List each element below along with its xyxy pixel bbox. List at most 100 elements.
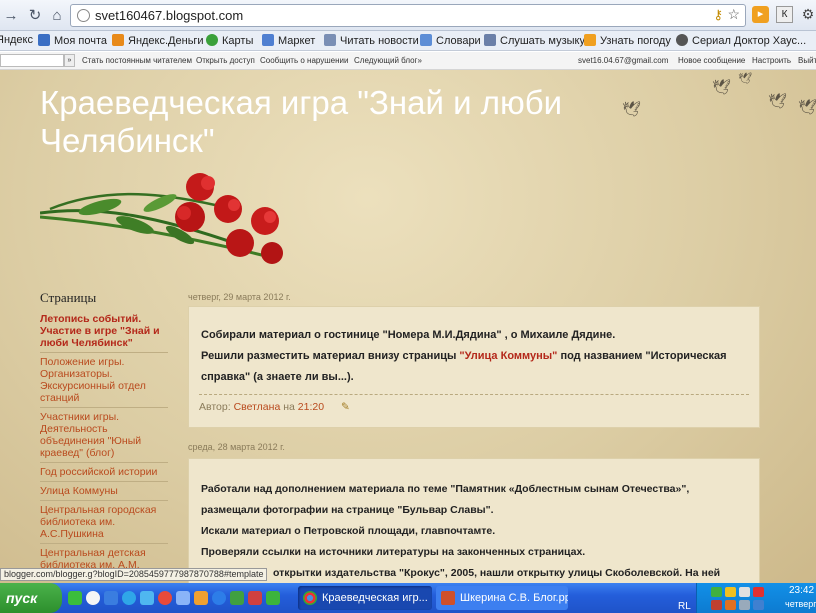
quicklaunch-icon[interactable] bbox=[230, 591, 244, 605]
new-post-link[interactable]: Новое сообщение bbox=[678, 56, 745, 65]
music-icon bbox=[484, 34, 496, 46]
taskbar-chrome-window[interactable]: Краеведческая игр... bbox=[298, 586, 432, 610]
page-link-history-year[interactable]: Год российской истории bbox=[40, 463, 168, 482]
tray-icon[interactable] bbox=[725, 600, 736, 610]
blog-post: Собирали материал о гостинице "Номера М.… bbox=[188, 306, 760, 428]
quicklaunch-icon[interactable] bbox=[248, 591, 262, 605]
ie-icon[interactable] bbox=[122, 591, 136, 605]
clock-time[interactable]: 23:42 bbox=[789, 585, 814, 596]
post-date: среда, 28 марта 2012 г. bbox=[188, 442, 285, 452]
page-icon bbox=[77, 9, 90, 22]
home-icon[interactable]: ⌂ bbox=[48, 7, 66, 25]
post-paragraph: Работали над дополнением материала по те… bbox=[201, 483, 690, 516]
customize-link[interactable]: Настроить bbox=[752, 56, 791, 65]
blog-search-button[interactable]: » bbox=[64, 54, 75, 67]
language-indicator[interactable]: RL bbox=[678, 601, 691, 612]
sign-out-link[interactable]: Выйти bbox=[798, 56, 816, 65]
blog-search-input[interactable] bbox=[0, 54, 64, 67]
quicklaunch-icon[interactable] bbox=[140, 591, 154, 605]
tray-icon[interactable] bbox=[725, 587, 736, 597]
bookmark-dictionaries[interactable]: Словари bbox=[420, 34, 481, 47]
post-date: четверг, 29 марта 2012 г. bbox=[188, 292, 291, 302]
news-icon bbox=[324, 34, 336, 46]
edit-pencil-icon[interactable]: ✎ bbox=[341, 401, 350, 413]
bookmark-market[interactable]: Маркет bbox=[262, 34, 315, 47]
bookmark-star-icon[interactable]: ☆ bbox=[727, 6, 740, 23]
share-link[interactable]: Открыть доступ bbox=[196, 56, 255, 65]
reload-icon[interactable]: ↻ bbox=[26, 7, 44, 25]
quicklaunch-icon[interactable] bbox=[86, 591, 100, 605]
bookmark-music[interactable]: Слушать музыку bbox=[484, 34, 585, 47]
bird-icon: 🕊 bbox=[798, 99, 816, 116]
quicklaunch-icon[interactable] bbox=[194, 591, 208, 605]
quicklaunch-icon[interactable] bbox=[158, 591, 172, 605]
kommuny-street-link[interactable]: "Улица Коммуны" bbox=[459, 350, 557, 362]
weather-icon bbox=[584, 34, 596, 46]
post-paragraph: Проверяли ссылки на источники литературы… bbox=[201, 546, 586, 558]
quicklaunch-icon[interactable] bbox=[176, 591, 190, 605]
tray-icon[interactable] bbox=[739, 587, 750, 597]
tray-icon[interactable] bbox=[753, 600, 764, 610]
tray-icon[interactable] bbox=[711, 600, 722, 610]
forward-icon[interactable]: → bbox=[2, 7, 20, 25]
page-link-regulations[interactable]: Положение игры. Организаторы. Экскурсион… bbox=[40, 353, 168, 408]
bookmark-maps[interactable]: Карты bbox=[206, 34, 253, 47]
quicklaunch-icon[interactable] bbox=[266, 591, 280, 605]
mail-icon bbox=[38, 34, 50, 46]
url-text: svet160467.blogspot.com bbox=[95, 8, 244, 23]
tray-icon[interactable] bbox=[753, 587, 764, 597]
page-link-participants[interactable]: Участники игры. Деятельность объединения… bbox=[40, 408, 168, 463]
post-line: Собирали материал о гостинице "Номера М.… bbox=[201, 329, 616, 341]
start-button[interactable]: пуск bbox=[0, 583, 62, 613]
address-bar[interactable]: svet160467.blogspot.com ⚷ ☆ bbox=[70, 4, 746, 27]
volume-icon[interactable] bbox=[739, 600, 750, 610]
taskbar: пуск Краеведческая игр... Шкерина С.В. Б… bbox=[0, 583, 816, 613]
post-footer: Автор: Светлана на 21:20 ✎ bbox=[199, 394, 749, 413]
wrench-menu-icon[interactable]: ⚙ bbox=[800, 6, 816, 23]
tray-icon[interactable] bbox=[711, 587, 722, 597]
post-body: Работали над дополнением материала по те… bbox=[189, 459, 759, 583]
bookmark-news[interactable]: Читать новости bbox=[324, 34, 419, 47]
blog-page: Краеведческая игра "Знай и люби Челябинс… bbox=[0, 70, 816, 583]
bookmark-mail[interactable]: Моя почта bbox=[38, 34, 107, 47]
follow-link[interactable]: Стать постоянным читателем bbox=[82, 56, 192, 65]
quicklaunch-icon[interactable] bbox=[68, 591, 82, 605]
blog-title[interactable]: Краеведческая игра "Знай и люби Челябинс… bbox=[40, 84, 620, 160]
browser-toolbar: → ↻ ⌂ svet160467.blogspot.com ⚷ ☆ ▸ К ⚙ bbox=[0, 0, 816, 31]
bookmark-series[interactable]: Сериал Доктор Хаус... bbox=[676, 34, 806, 47]
market-icon bbox=[262, 34, 274, 46]
pages-list: Летопись событий. Участие в игре "Знай и… bbox=[40, 310, 168, 575]
series-icon bbox=[676, 34, 688, 46]
start-label: пуск bbox=[6, 590, 38, 606]
dictionary-icon bbox=[420, 34, 432, 46]
bookmark-yandex[interactable]: Яндекс bbox=[0, 34, 33, 46]
maps-icon bbox=[206, 34, 218, 46]
report-abuse-link[interactable]: Сообщить о нарушении bbox=[260, 56, 348, 65]
bookmarks-bar: Яндекс Моя почта Яндекс.Деньги Карты Мар… bbox=[0, 31, 816, 51]
post-body: Собирали материал о гостинице "Номера М.… bbox=[189, 307, 759, 388]
bird-icon: 🕊 bbox=[768, 93, 788, 110]
post-time-link[interactable]: 21:20 bbox=[298, 401, 324, 413]
author-link[interactable]: Светлана bbox=[234, 401, 281, 413]
bird-icon: 🕊 bbox=[712, 79, 732, 96]
page-link-chronicle[interactable]: Летопись событий. Участие в игре "Знай и… bbox=[40, 310, 168, 353]
bookmark-weather[interactable]: Узнать погоду bbox=[584, 34, 671, 47]
post-line: Решили разместить материал внизу страниц… bbox=[201, 346, 749, 388]
quicklaunch-icon[interactable] bbox=[104, 591, 118, 605]
key-icon[interactable]: ⚷ bbox=[713, 7, 723, 23]
at-label: на bbox=[283, 401, 295, 413]
taskbar-powerpoint-window[interactable]: Шкерина С.В. Блог.ppt bbox=[436, 586, 568, 610]
post-text-fragment: Решили разместить материал внизу страниц… bbox=[201, 350, 460, 362]
account-email[interactable]: svet16.04.67@gmail.com bbox=[578, 56, 668, 65]
extension-k-icon[interactable]: К bbox=[776, 6, 793, 23]
extension-icon[interactable]: ▸ bbox=[752, 6, 769, 23]
next-blog-link[interactable]: Следующий блог» bbox=[354, 56, 422, 65]
clock-day: четверг bbox=[785, 599, 816, 609]
page-link-kommuny-street[interactable]: Улица Коммуны bbox=[40, 482, 168, 501]
bookmark-money[interactable]: Яндекс.Деньги bbox=[112, 34, 204, 47]
bird-icon: 🕊 bbox=[622, 101, 642, 118]
quicklaunch-icon[interactable] bbox=[212, 591, 226, 605]
post-paragraph: открытки издательства "Крокус", 2005, на… bbox=[273, 567, 721, 579]
author-label: Автор: bbox=[199, 401, 231, 413]
page-link-pushkin-library[interactable]: Центральная городская библиотека им. А.С… bbox=[40, 501, 168, 544]
